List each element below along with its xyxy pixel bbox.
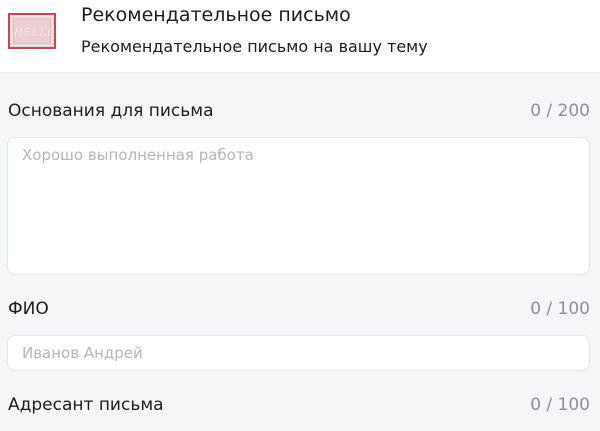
reasons-label: Основания для письма: [8, 101, 214, 121]
reasons-textarea[interactable]: Хорошо выполненная работа: [7, 137, 590, 275]
fullname-label: ФИО: [8, 299, 49, 319]
letter-thumbnail: HELLO: [8, 13, 56, 49]
thumbnail-card: HELLO: [13, 18, 56, 44]
page-subtitle: Рекомендательное письмо на вашу тему: [81, 37, 428, 56]
page-title: Рекомендательное письмо: [81, 4, 351, 26]
addressee-label: Адресант письма: [8, 395, 164, 415]
fullname-counter: 0 / 100: [530, 299, 590, 319]
reasons-counter: 0 / 200: [530, 101, 590, 121]
thumbnail-text: HELLO: [14, 28, 56, 39]
reasons-placeholder: Хорошо выполненная работа: [22, 146, 254, 164]
addressee-counter: 0 / 100: [530, 395, 590, 415]
header: HELLO Рекомендательное письмо Рекомендат…: [0, 0, 600, 73]
fullname-input[interactable]: Иванов Андрей: [7, 335, 590, 371]
fullname-placeholder: Иванов Андрей: [22, 344, 143, 362]
